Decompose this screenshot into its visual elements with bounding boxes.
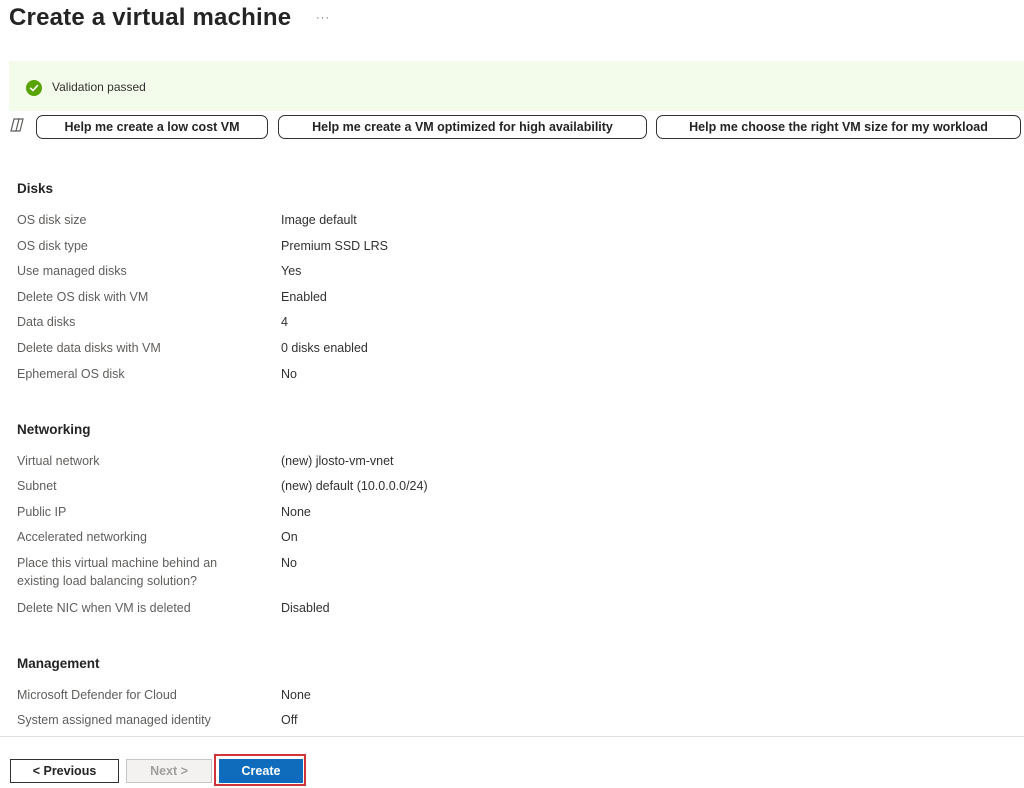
row-label: System assigned managed identity xyxy=(17,713,211,727)
row-value: None xyxy=(281,688,311,702)
check-circle-icon xyxy=(26,80,42,96)
row-value: Premium SSD LRS xyxy=(281,239,388,253)
row-label: Public IP xyxy=(17,505,67,519)
row-value: 4 xyxy=(281,315,288,329)
row-value: Off xyxy=(281,713,298,727)
section-title-management: Management xyxy=(17,656,100,671)
validation-text: Validation passed xyxy=(52,80,146,94)
create-button[interactable]: Create xyxy=(219,759,303,783)
row-value: 0 disks enabled xyxy=(281,341,368,355)
previous-button[interactable]: < Previous xyxy=(10,759,119,783)
row-label: Virtual network xyxy=(17,454,100,468)
prompt-vm-size-button[interactable]: Help me choose the right VM size for my … xyxy=(656,115,1021,139)
row-value: No xyxy=(281,556,297,570)
footer-divider xyxy=(0,736,1024,737)
row-label: Delete NIC when VM is deleted xyxy=(17,601,191,615)
row-label: Use managed disks xyxy=(17,264,127,278)
row-label: OS disk size xyxy=(17,213,87,227)
next-button[interactable]: Next > xyxy=(126,759,212,783)
row-label: Delete OS disk with VM xyxy=(17,290,149,304)
validation-banner xyxy=(9,61,1024,111)
row-value: No xyxy=(281,367,297,381)
row-label: Microsoft Defender for Cloud xyxy=(17,688,177,702)
row-label: Delete data disks with VM xyxy=(17,341,161,355)
row-value: On xyxy=(281,530,298,544)
prompt-high-availability-button[interactable]: Help me create a VM optimized for high a… xyxy=(278,115,647,139)
page-title: Create a virtual machine xyxy=(9,4,292,31)
row-value: (new) jlosto-vm-vnet xyxy=(281,454,394,468)
row-label: OS disk type xyxy=(17,239,88,253)
row-label: Place this virtual machine behind an exi… xyxy=(17,556,218,588)
row-label: Ephemeral OS disk xyxy=(17,367,125,381)
row-value: (new) default (10.0.0.0/24) xyxy=(281,479,428,493)
row-label: Data disks xyxy=(17,315,76,329)
more-options-icon[interactable]: ··· xyxy=(316,12,330,24)
copilot-icon xyxy=(10,118,24,132)
row-label: Subnet xyxy=(17,479,57,493)
row-value: Enabled xyxy=(281,290,327,304)
row-value: Disabled xyxy=(281,601,330,615)
row-value: Yes xyxy=(281,264,302,278)
row-label: Accelerated networking xyxy=(17,530,147,544)
prompt-low-cost-vm-button[interactable]: Help me create a low cost VM xyxy=(36,115,268,139)
row-value: Image default xyxy=(281,213,357,227)
section-title-disks: Disks xyxy=(17,181,54,196)
section-title-networking: Networking xyxy=(17,422,91,437)
row-value: None xyxy=(281,505,311,519)
